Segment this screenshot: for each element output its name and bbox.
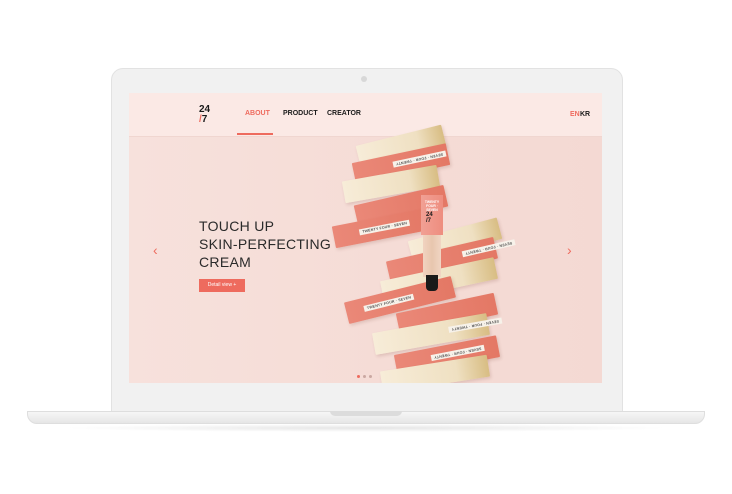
hero-title-line: TOUCH UP bbox=[199, 218, 275, 234]
box-label: TWENTY FOUR · SEVEN bbox=[363, 293, 415, 312]
detail-view-button[interactable]: Detail view + bbox=[199, 279, 245, 292]
chevron-left-icon[interactable]: ‹ bbox=[153, 243, 163, 257]
hero-title: TOUCH UP SKIN-PERFECTING CREAM bbox=[199, 217, 349, 271]
laptop-shadow bbox=[60, 424, 672, 432]
slider-pagination bbox=[357, 365, 375, 383]
logo-bottom: 7 bbox=[201, 114, 208, 125]
product-tube: TWENTY FOUR · SEVEN 24 /7 bbox=[421, 195, 443, 291]
tube-cap bbox=[426, 275, 438, 291]
brand-logo[interactable]: 24 /7 bbox=[199, 105, 215, 127]
box-label: SEVEN · FOUR · TWENTY bbox=[448, 317, 503, 333]
lang-kr[interactable]: KR bbox=[580, 111, 590, 118]
slider-dot[interactable] bbox=[363, 375, 366, 378]
hero-title-line: CREAM bbox=[199, 254, 252, 270]
camera bbox=[361, 76, 367, 82]
site-header: 24 /7 ABOUT PRODUCT CREATOR EN KR bbox=[129, 93, 602, 137]
tube-logo: 24 /7 bbox=[426, 212, 433, 224]
laptop-notch bbox=[330, 411, 402, 416]
hero-title-line: SKIN-PERFECTING bbox=[199, 236, 332, 252]
box-label: SEVEN · FOUR · TWENTY bbox=[392, 150, 447, 168]
nav-item-product[interactable]: PRODUCT bbox=[283, 110, 318, 117]
lang-en[interactable]: EN bbox=[570, 111, 580, 118]
nav-active-indicator bbox=[237, 133, 273, 135]
product-illustration: SEVEN · FOUR · TWENTY TWENTY FOUR · SEVE… bbox=[331, 124, 557, 383]
box-label: SEVEN · FOUR · TWENTY bbox=[461, 239, 516, 258]
box-label: TWENTY FOUR · SEVEN bbox=[358, 219, 411, 236]
website-screen: 24 /7 ABOUT PRODUCT CREATOR EN KR SEVEN … bbox=[129, 93, 602, 383]
slider-dot[interactable] bbox=[357, 375, 360, 378]
chevron-right-icon[interactable]: › bbox=[567, 243, 577, 257]
tube-brand-text: TWENTY FOUR · SEVEN bbox=[424, 200, 440, 212]
slider-dot[interactable] bbox=[369, 375, 372, 378]
nav-item-about[interactable]: ABOUT bbox=[245, 110, 270, 117]
nav-item-creator[interactable]: CREATOR bbox=[327, 110, 361, 117]
hero-slider: SEVEN · FOUR · TWENTY TWENTY FOUR · SEVE… bbox=[129, 124, 602, 383]
